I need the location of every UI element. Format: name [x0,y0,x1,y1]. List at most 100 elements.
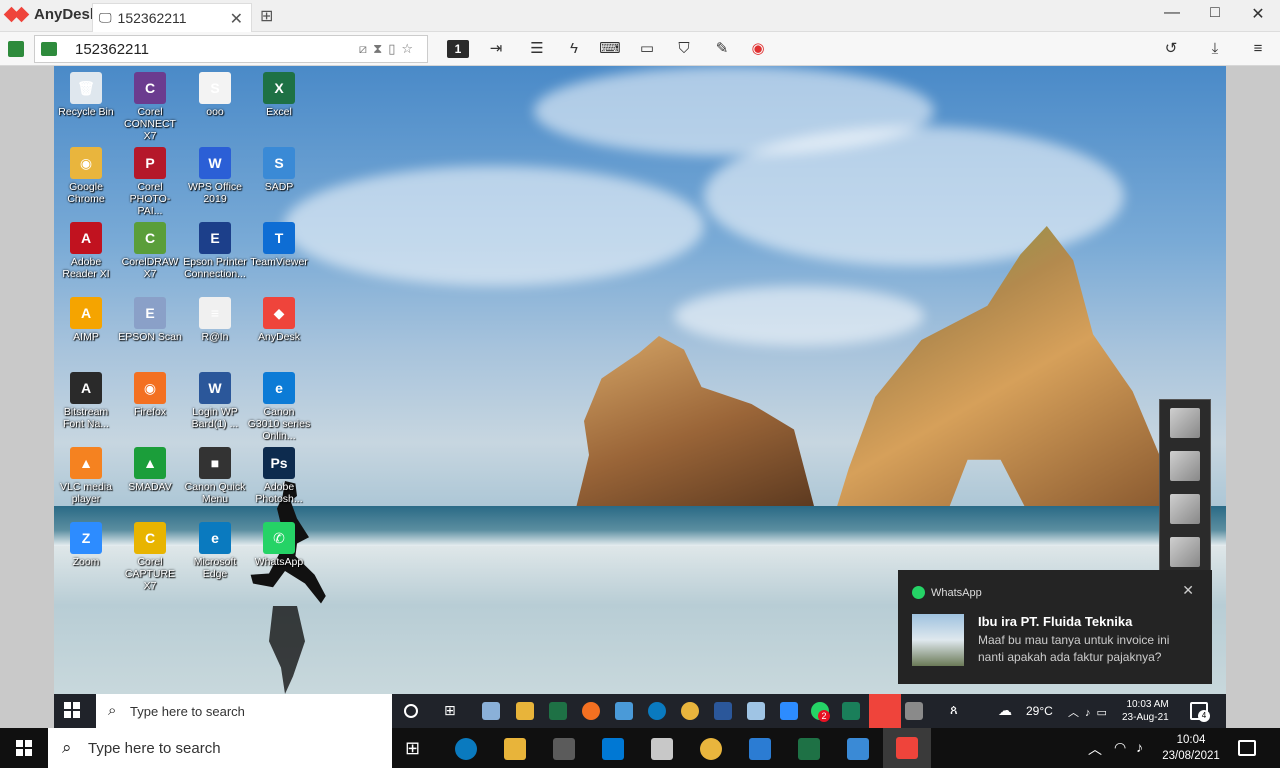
address-action-icons[interactable]: ⧄⧗▯☆ [359,41,419,57]
minimize-button[interactable]: — [1150,4,1194,22]
task-view-icon[interactable]: ⊞ [444,702,462,720]
local-taskbar: ⌕ Type here to search ⊞ ︿ ◠ ♪ 10:04 23/0… [0,728,1280,768]
firefox-icon[interactable] [582,702,600,720]
word-icon[interactable] [714,702,732,720]
new-tab-icon[interactable]: ⊞ [260,6,273,26]
desktop-icon[interactable]: A Bitstream Font Na... [54,368,118,430]
permissions-icon[interactable]: ⛉ [674,37,694,61]
search-box[interactable]: ⌕ Type here to search [48,728,392,768]
tray-app-icon[interactable] [1170,408,1200,438]
excel-icon[interactable] [549,702,567,720]
anydesk-toolbar: 152362211 ⧄⧗▯☆ 1 ⇥ ☰ ϟ ⌨ ▭ ⛉ ✎ ◉ ↺ ⤓ ≡ [0,32,1280,66]
desktop-icon[interactable]: Z Zoom [54,518,118,568]
calendar-icon[interactable] [749,738,771,760]
file-explorer-icon[interactable] [504,738,526,760]
local-clock[interactable]: 10:04 23/08/2021 [1160,732,1222,764]
tray-chevron-icon[interactable]: ︿ [1088,739,1102,759]
chat-icon[interactable]: ☰ [526,37,548,61]
desktop-icon[interactable]: Ps Adobe Photosh... [247,443,311,505]
remote-app-icon[interactable] [905,702,923,720]
session-tab[interactable]: 🖵 152362211 ✕ [92,3,252,32]
address-value: 152362211 [75,40,149,58]
remote-desktop[interactable]: 🗑 Recycle Bin C Corel CONNECT X7 Sooo X Excel ◉… [54,66,1226,728]
desktop-icon[interactable]: A AIMP [54,293,118,343]
remote-app-icon[interactable] [615,702,633,720]
mail-icon[interactable] [602,738,624,760]
desktop-icon[interactable]: T TeamViewer [247,218,311,268]
publisher-icon[interactable] [842,702,860,720]
maximize-button[interactable]: □ [1193,4,1237,22]
display-icon[interactable]: ▭ [636,37,658,61]
chrome-icon[interactable] [700,738,722,760]
tray-app-icon[interactable] [1170,537,1200,567]
remote-app-icon[interactable] [482,702,500,720]
photos-icon[interactable] [847,738,869,760]
cortana-icon[interactable] [404,704,418,718]
desktop-icon[interactable]: ◆ AnyDesk [247,293,311,343]
keyboard-icon[interactable]: ⌨ [599,37,621,61]
file-explorer-icon[interactable] [516,702,534,720]
desktop-icon[interactable]: W Login WP Bard(1) ... [183,368,247,430]
record-icon[interactable]: ◉ [747,37,769,61]
whiteboard-icon[interactable]: ✎ [712,37,732,61]
monitor-number-button[interactable]: 1 [447,40,469,58]
close-button[interactable]: ✕ [1236,4,1280,24]
desktop-icon[interactable]: S SADP [247,143,311,193]
desktop-icon[interactable]: E Epson Printer Connection... [183,218,247,280]
file-transfer-icon[interactable]: ⇥ [486,37,506,61]
tray-app-icon[interactable] [1170,494,1200,524]
remote-search-box[interactable]: ⌕ Type here to search [96,694,392,728]
desktop-icon[interactable]: A Adobe Reader XI [54,218,118,280]
tray-icons[interactable]: ︿♪▭ [1068,704,1113,720]
desktop-icon[interactable]: ■ Canon Quick Menu [183,443,247,505]
task-view-icon[interactable]: ⊞ [405,738,427,760]
edge-icon[interactable] [648,702,666,720]
desktop-icon[interactable]: ▲ VLC media player [54,443,118,505]
desktop-icon-label: Adobe Reader XI [62,256,110,280]
desktop-icon[interactable]: ◉ Google Chrome [54,143,118,205]
weather-temp[interactable]: 29°C [1026,704,1053,718]
desktop-icon[interactable]: W WPS Office 2019 [183,143,247,205]
desktop-icon[interactable]: C Corel CAPTURE X7 [118,518,182,592]
zoom-icon[interactable] [780,702,798,720]
remote-app-icon[interactable] [747,702,765,720]
desktop-icon[interactable]: e Canon G3010 series Onlin... [247,368,311,442]
edge-icon[interactable] [455,738,477,760]
desktop-icon[interactable]: P Corel PHOTO-PAI... [118,143,182,217]
desktop-icon[interactable]: X Excel [247,68,311,118]
tab-close-icon[interactable]: ✕ [230,9,243,29]
history-icon[interactable]: ↺ [1160,37,1182,61]
menu-icon[interactable]: ≡ [1247,37,1269,61]
anydesk-taskbar-button[interactable] [869,694,901,728]
desktop-icon[interactable]: C CorelDRAW X7 [118,218,182,280]
install-icon[interactable]: ⤓ [1204,37,1226,61]
desktop-icon[interactable]: Sooo [183,68,247,118]
desktop-icon[interactable]: e Microsoft Edge [183,518,247,580]
desktop-icon[interactable]: ✆ WhatsApp [247,518,311,568]
excel-icon[interactable] [798,738,820,760]
desktop-icon[interactable]: ◉ Firefox [118,368,182,418]
app-icon[interactable] [651,738,673,760]
volume-icon[interactable]: ♪ [1136,739,1143,755]
address-field[interactable]: 152362211 ⧄⧗▯☆ [34,35,428,63]
remote-start-button[interactable] [64,702,80,718]
desktop-icon[interactable]: ≡ R@In [183,293,247,343]
anydesk-taskbar-button[interactable] [883,728,931,768]
desktop-icon[interactable]: 🗑 Recycle Bin [54,68,118,118]
tray-app-icon[interactable] [1170,451,1200,481]
actions-icon[interactable]: ϟ [565,37,583,61]
app-icon: ■ [199,447,231,479]
wifi-icon[interactable]: ◠ [1114,739,1126,756]
chrome-icon[interactable] [681,702,699,720]
desktop-icon[interactable]: C Corel CONNECT X7 [118,68,182,142]
desktop-icon[interactable]: E EPSON Scan [118,293,182,343]
toast-close-icon[interactable]: ✕ [1182,582,1194,599]
start-button[interactable] [16,740,32,756]
action-center-icon[interactable] [1238,740,1256,756]
store-icon[interactable] [553,738,575,760]
remote-clock[interactable]: 10:03 AM 23-Aug-21 [1122,698,1169,724]
desktop-icon[interactable]: ▲ SMADAV [118,443,182,493]
people-icon[interactable]: ጰ [950,702,968,720]
whatsapp-notification[interactable]: WhatsApp ✕ Ibu ira PT. Fluida Teknika Ma… [898,570,1212,684]
app-icon: ✆ [263,522,295,554]
